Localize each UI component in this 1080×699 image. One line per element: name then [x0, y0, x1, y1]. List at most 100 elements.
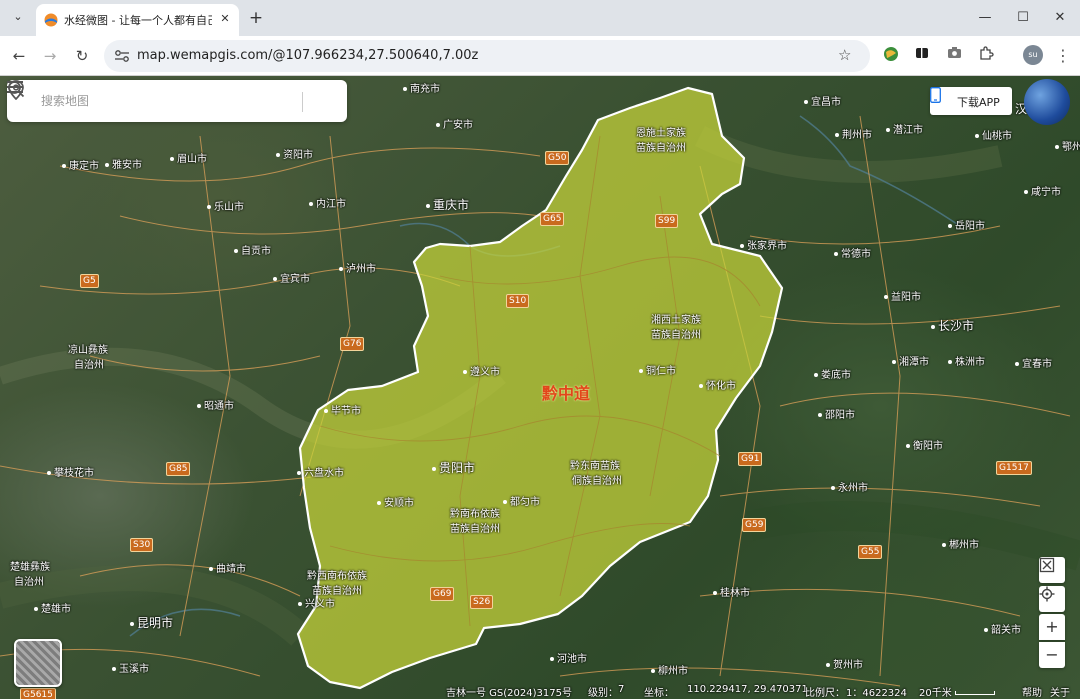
zoom-in-icon: + [1045, 617, 1059, 636]
site-info-icon[interactable] [114, 49, 130, 63]
close-window-button[interactable]: ✕ [1050, 8, 1070, 28]
city-label[interactable]: 郴州市 [942, 536, 979, 551]
city-label[interactable]: 娄底市 [814, 366, 851, 381]
city-label[interactable]: 广安市 [436, 116, 473, 131]
city-label[interactable]: 桂林市 [713, 584, 750, 599]
city-label[interactable]: 永州市 [831, 479, 868, 494]
city-label[interactable]: 自贡市 [234, 242, 271, 257]
browser-toolbar: ← → ↻ map.wemapgis.com/@107.966234,27.50… [0, 36, 1080, 76]
highway-shield: S10 [506, 294, 530, 308]
city-label[interactable]: 遵义市 [463, 363, 500, 378]
city-label[interactable]: 鄂州市 [1055, 138, 1080, 153]
city-label[interactable]: 宜宾市 [273, 270, 310, 285]
city-label[interactable]: 河池市 [550, 650, 587, 665]
city-label[interactable]: 铜仁市 [639, 362, 676, 377]
minimize-button[interactable]: — [975, 8, 995, 28]
city-label[interactable]: 都匀市 [503, 493, 540, 508]
city-label[interactable]: 毕节市 [324, 402, 361, 417]
city-label[interactable]: 潜江市 [886, 121, 923, 136]
city-label[interactable]: 宜昌市 [804, 93, 841, 108]
region-name-label[interactable]: 黔中道 [542, 380, 590, 404]
my-location-button[interactable] [1039, 586, 1065, 612]
city-label[interactable]: 邵阳市 [818, 406, 855, 421]
map-status-bar: 吉林一号 GS(2024)3175号 级别： 7 坐标： 110.229417,… [0, 682, 1080, 699]
browser-tab-bar: ⌄ 水经微图 - 让每一个人都有自己 ✕ + — ☐ ✕ [0, 0, 1080, 36]
zoom-out-button[interactable]: − [1039, 642, 1065, 668]
highway-shield: G76 [340, 337, 365, 351]
city-label[interactable]: 南充市 [403, 80, 440, 95]
city-label[interactable]: 贺州市 [826, 656, 863, 671]
city-label[interactable]: 资阳市 [276, 146, 313, 161]
address-bar[interactable]: map.wemapgis.com/@107.966234,27.500640,7… [104, 40, 870, 72]
city-label[interactable]: 株洲市 [948, 353, 985, 368]
city-label[interactable]: 益阳市 [884, 288, 921, 303]
highway-shield: G1517 [996, 461, 1032, 475]
map-canvas[interactable]: 南充市 广安市 宜昌市 荆州市 潜江市 汉 仙桃市 鄂州市 康定市 雅安市 眉山… [0, 76, 1080, 699]
highway-shield: G65 [540, 212, 565, 226]
reload-button[interactable]: ↻ [71, 45, 93, 67]
city-label[interactable]: 内江市 [309, 195, 346, 210]
forward-button[interactable]: → [39, 45, 61, 67]
city-label[interactable]: 重庆市 [426, 196, 469, 213]
camera-icon[interactable] [944, 46, 964, 66]
highway-shield: G69 [430, 587, 455, 601]
fullscreen-button[interactable] [1039, 557, 1065, 583]
reload-icon: ↻ [75, 47, 89, 65]
city-label[interactable]: 荆州市 [835, 126, 872, 141]
city-label[interactable]: 贵阳市 [432, 459, 475, 476]
tab-search-button[interactable]: ⌄ [8, 7, 28, 27]
city-label[interactable]: 衡阳市 [906, 437, 943, 452]
city-label[interactable]: 泸州市 [339, 260, 376, 275]
help-link[interactable]: 帮助 [1022, 684, 1042, 699]
city-label[interactable]: 攀枝花市 [47, 464, 94, 479]
highway-shield: G50 [545, 151, 570, 165]
phone-icon [930, 87, 941, 103]
city-label[interactable]: 雅安市 [105, 156, 142, 171]
location-pin-icon[interactable] [7, 80, 25, 100]
city-label[interactable]: 常德市 [834, 245, 871, 260]
city-label[interactable]: 昆明市 [130, 614, 173, 631]
city-label[interactable]: 眉山市 [170, 150, 207, 165]
city-label[interactable]: 咸宁市 [1024, 183, 1061, 198]
city-label[interactable]: 宜春市 [1015, 355, 1052, 370]
more-menu-icon[interactable]: ⋮ [1053, 46, 1073, 66]
highway-shield: S99 [655, 214, 679, 228]
city-label[interactable]: 韶关市 [984, 621, 1021, 636]
globe-icon[interactable] [1024, 79, 1070, 125]
star-icon[interactable]: ☆ [838, 46, 851, 64]
city-label[interactable]: 曲靖市 [209, 560, 246, 575]
city-label[interactable]: 玉溪市 [112, 660, 149, 675]
city-label: 凉山彝族 [68, 345, 108, 356]
search-input[interactable] [41, 91, 251, 111]
profile-avatar[interactable]: su [1023, 45, 1043, 65]
extensions-puzzle-icon[interactable] [976, 46, 996, 66]
layer-switcher-button[interactable] [14, 639, 62, 687]
city-label[interactable]: 六盘水市 [297, 464, 344, 479]
city-label[interactable]: 仙桃市 [975, 127, 1012, 142]
new-tab-button[interactable]: + [246, 8, 266, 28]
city-label[interactable]: 怀化市 [699, 377, 736, 392]
city-label[interactable]: 安顺市 [377, 494, 414, 509]
city-label[interactable]: 楚雄市 [34, 600, 71, 615]
about-link[interactable]: 关于 [1050, 684, 1070, 699]
city-label[interactable]: 岳阳市 [948, 217, 985, 232]
city-label[interactable]: 张家界市 [740, 237, 787, 252]
city-label[interactable]: 长沙市 [931, 317, 974, 334]
close-icon[interactable]: ✕ [217, 11, 233, 27]
maximize-button[interactable]: ☐ [1013, 8, 1033, 28]
plus-icon: + [248, 8, 264, 28]
download-app-button[interactable]: 下载APP [930, 87, 1012, 115]
city-label[interactable]: 乐山市 [207, 198, 244, 213]
zoom-in-button[interactable]: + [1039, 614, 1065, 640]
city-label[interactable]: 昭通市 [197, 397, 234, 412]
extension-globe-icon[interactable] [881, 46, 901, 66]
city-label[interactable]: 兴义市 [298, 595, 335, 610]
back-button[interactable]: ← [8, 45, 30, 67]
extension-panel-icon[interactable] [912, 46, 932, 66]
browser-tab[interactable]: 水经微图 - 让每一个人都有自己 ✕ [36, 4, 239, 36]
scale-label: 比例尺： [805, 688, 845, 699]
city-label[interactable]: 柳州市 [651, 662, 688, 677]
region-label-text: 苗族自治州 [651, 330, 701, 341]
city-label[interactable]: 康定市 [62, 157, 99, 172]
city-label[interactable]: 湘潭市 [892, 353, 929, 368]
